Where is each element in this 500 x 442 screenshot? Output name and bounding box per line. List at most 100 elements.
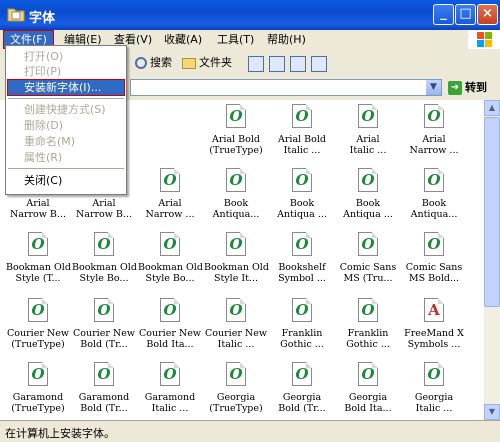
font-item[interactable]: O Garamond (TrueType) (6, 362, 70, 426)
search-button[interactable]: 搜索 (135, 53, 172, 72)
font-file-glyph: O (163, 235, 177, 253)
menu-rename[interactable]: 重命名(M) (8, 134, 124, 149)
font-file-glyph: O (295, 301, 309, 319)
font-item[interactable]: O Bookman Old Style Bo... (138, 232, 203, 296)
font-item[interactable]: O Comic Sans MS Bold... (402, 232, 466, 296)
font-file-icon: O (358, 232, 378, 256)
font-file-icon: O (358, 168, 378, 192)
font-item[interactable]: O Courier New Italic ... (204, 298, 268, 362)
font-file-icon: O (358, 362, 378, 386)
font-item[interactable]: A FreeMand X Symbols ... (402, 298, 466, 362)
font-name-label: Courier New Italic ... (205, 328, 267, 350)
font-name-label: FreeMand X Symbols ... (404, 328, 464, 350)
view-large-icons-icon[interactable] (248, 56, 264, 72)
menu-properties[interactable]: 属性(R) (8, 150, 124, 165)
font-file-icon: O (28, 298, 48, 322)
font-item[interactable]: O Comic Sans MS (Tru... (336, 232, 400, 296)
close-button[interactable]: × (477, 4, 498, 25)
folders-button[interactable]: 文件夹 (182, 53, 232, 72)
vertical-scrollbar[interactable]: ▲ ▼ (484, 100, 500, 420)
font-item[interactable]: O Garamond Italic ... (138, 362, 202, 426)
font-file-glyph: A (428, 301, 440, 319)
font-item[interactable]: O Book Antiqua ... (270, 168, 334, 232)
font-file-glyph: O (361, 301, 375, 319)
font-item[interactable]: O Georgia (TrueType) (204, 362, 268, 426)
folder-icon (7, 8, 25, 22)
go-button[interactable]: ➜ 转到 (448, 79, 487, 97)
chevron-down-icon[interactable]: ▼ (426, 80, 441, 95)
view-list-icon[interactable] (269, 56, 285, 72)
font-item[interactable]: O Courier New Bold (Tr... (72, 298, 136, 362)
font-item[interactable]: O Bookshelf Symbol ... (270, 232, 334, 296)
menu-create-shortcut[interactable]: 创建快捷方式(S) (8, 102, 124, 117)
font-name-label: Arial Narrow ... (145, 198, 195, 220)
font-name-label: Georgia Bold (Tr... (278, 392, 326, 414)
font-file-glyph: O (427, 107, 441, 125)
font-name-label: Courier New Bold Ita... (139, 328, 201, 350)
font-file-icon: O (94, 232, 114, 256)
font-file-glyph: O (229, 301, 243, 319)
font-file-glyph: O (97, 301, 111, 319)
font-file-icon: O (226, 168, 246, 192)
font-name-label: Garamond Bold (Tr... (78, 392, 130, 414)
menu-print[interactable]: 打印(P) (8, 64, 124, 79)
font-item[interactable]: O Bookman Old Style It... (204, 232, 269, 296)
font-name-label: Bookman Old Style Bo... (138, 262, 203, 284)
font-item[interactable]: O Book Antiqua... (402, 168, 466, 232)
font-item[interactable]: O Courier New Bold Ita... (138, 298, 202, 362)
view-details-icon[interactable] (311, 56, 327, 72)
scroll-up-icon[interactable]: ▲ (484, 100, 500, 116)
font-name-label: Book Antiqua ... (343, 198, 393, 220)
font-item[interactable]: O Courier New (TrueType) (6, 298, 70, 362)
address-input[interactable]: ▼ (130, 79, 442, 96)
font-file-glyph: O (229, 107, 243, 125)
font-item[interactable]: O Georgia Bold (Tr... (270, 362, 334, 426)
font-item[interactable]: O Arial Narrow ... (402, 104, 466, 168)
font-file-glyph: O (229, 171, 243, 189)
search-label: 搜索 (150, 56, 172, 69)
font-item[interactable]: O Bookman Old Style Bo... (72, 232, 137, 296)
scroll-down-icon[interactable]: ▼ (484, 404, 500, 420)
font-name-label: Arial Narrow ... (409, 134, 459, 156)
font-item[interactable]: O Arial Bold (TrueType) (204, 104, 268, 168)
font-item[interactable]: O Book Antiqua ... (336, 168, 400, 232)
font-file-glyph: O (163, 301, 177, 319)
font-item[interactable]: O Arial Narrow ... (138, 168, 202, 232)
menu-favorites[interactable]: 收藏(A) (158, 31, 208, 48)
font-item[interactable]: O Garamond Bold (Tr... (72, 362, 136, 426)
menu-close[interactable]: 关闭(C) (8, 173, 124, 188)
font-file-glyph: O (295, 171, 309, 189)
menu-open[interactable]: 打开(O) (8, 49, 124, 64)
font-item[interactable]: O Book Antiqua... (204, 168, 268, 232)
font-item[interactable]: O Franklin Gothic ... (270, 298, 334, 362)
font-file-icon: O (226, 232, 246, 256)
menu-tools[interactable]: 工具(T) (211, 31, 260, 48)
font-name-label: Garamond Italic ... (144, 392, 196, 414)
font-file-glyph: O (361, 365, 375, 383)
view-preview-icon[interactable] (290, 56, 306, 72)
font-file-icon: O (424, 104, 444, 128)
menu-delete[interactable]: 删除(D) (8, 118, 124, 133)
font-name-label: Arial Bold (TrueType) (209, 134, 263, 156)
font-item[interactable]: O Georgia Bold Ita... (336, 362, 400, 426)
font-name-label: Bookman Old Style Bo... (72, 262, 137, 284)
scroll-thumb[interactable] (484, 117, 500, 307)
font-item[interactable]: O Franklin Gothic ... (336, 298, 400, 362)
font-name-label: Book Antiqua... (212, 198, 260, 220)
font-name-label: Franklin Gothic ... (346, 328, 390, 350)
font-item[interactable]: O Bookman Old Style (T... (6, 232, 71, 296)
font-name-label: Georgia Italic ... (414, 392, 454, 414)
font-file-glyph: O (163, 171, 177, 189)
font-file-icon: O (292, 168, 312, 192)
font-item[interactable]: O Arial Bold Italic ... (270, 104, 334, 168)
font-file-icon: A (424, 298, 444, 322)
font-item[interactable]: O Georgia Italic ... (402, 362, 466, 426)
font-file-glyph: O (427, 171, 441, 189)
font-file-glyph: O (361, 171, 375, 189)
font-file-icon: O (226, 362, 246, 386)
menu-help[interactable]: 帮助(H) (261, 31, 312, 48)
maximize-button[interactable]: □ (455, 4, 476, 25)
font-item[interactable]: O Arial Italic ... (336, 104, 400, 168)
minimize-button[interactable]: _ (433, 4, 454, 25)
menu-install-new-font[interactable]: 安装新字体(I)... (7, 79, 125, 96)
